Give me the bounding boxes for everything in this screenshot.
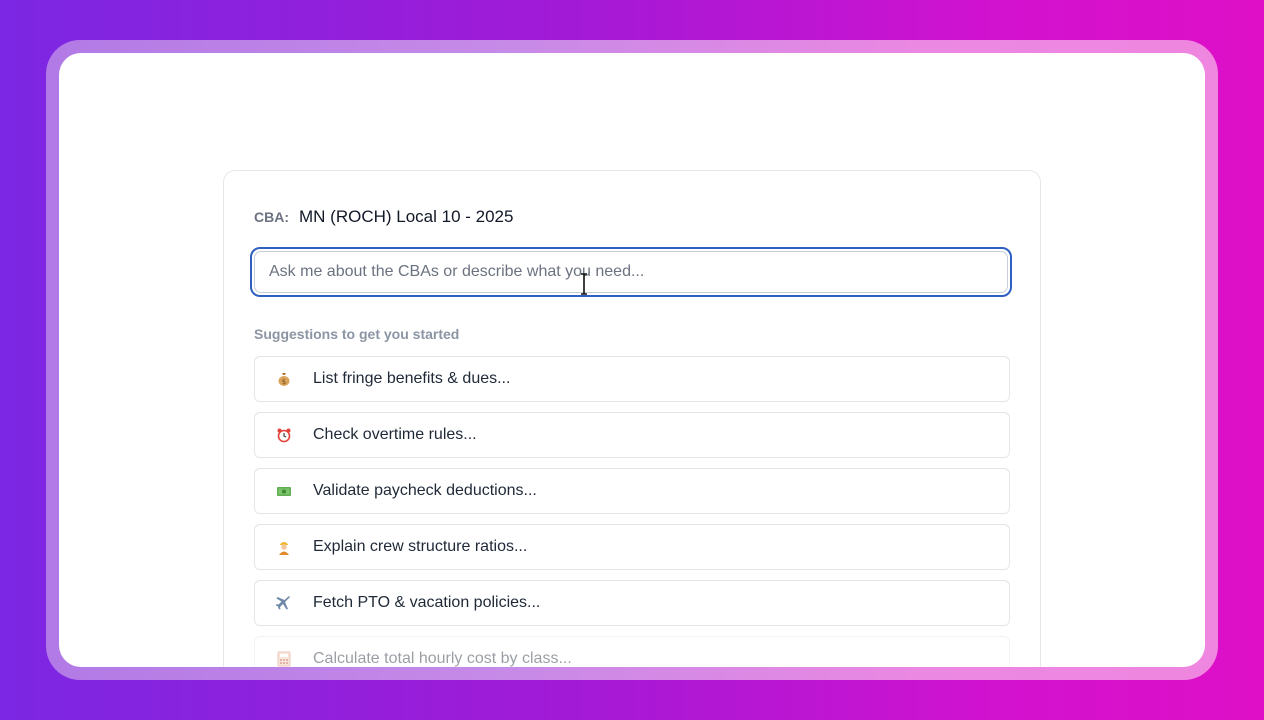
suggestion-fringe-benefits[interactable]: $ List fringe benefits & dues... bbox=[254, 356, 1010, 402]
suggestions-list: $ List fringe benefits & dues... Check o… bbox=[254, 356, 1010, 667]
suggestion-pto-policies[interactable]: Fetch PTO & vacation policies... bbox=[254, 580, 1010, 626]
text-cursor-icon bbox=[581, 273, 587, 295]
cba-label: CBA: bbox=[254, 209, 289, 225]
cba-selector[interactable]: CBA: MN (ROCH) Local 10 - 2025 bbox=[254, 207, 513, 227]
suggestions-title: Suggestions to get you started bbox=[254, 326, 460, 342]
alarm-clock-icon bbox=[255, 427, 313, 443]
svg-text:$: $ bbox=[282, 378, 286, 386]
suggestion-label: Validate paycheck deductions... bbox=[313, 482, 537, 499]
construction-worker-icon bbox=[255, 539, 313, 555]
suggestion-label: Calculate total hourly cost by class... bbox=[313, 650, 572, 667]
suggestion-label: Fetch PTO & vacation policies... bbox=[313, 594, 541, 611]
chat-input[interactable] bbox=[254, 251, 1008, 293]
suggestion-hourly-cost[interactable]: Calculate total hourly cost by class... bbox=[254, 636, 1010, 667]
suggestion-crew-structure[interactable]: Explain crew structure ratios... bbox=[254, 524, 1010, 570]
suggestion-label: List fringe benefits & dues... bbox=[313, 370, 511, 387]
suggestion-label: Explain crew structure ratios... bbox=[313, 538, 528, 555]
suggestion-paycheck-deductions[interactable]: Validate paycheck deductions... bbox=[254, 468, 1010, 514]
app-window: CBA: MN (ROCH) Local 10 - 2025 Suggestio… bbox=[59, 53, 1205, 667]
calculator-icon bbox=[255, 651, 313, 667]
chat-card: CBA: MN (ROCH) Local 10 - 2025 Suggestio… bbox=[223, 170, 1041, 667]
banknote-icon bbox=[255, 483, 313, 499]
cba-value[interactable]: MN (ROCH) Local 10 - 2025 bbox=[299, 207, 513, 227]
chat-input-container bbox=[250, 247, 1012, 297]
suggestion-overtime-rules[interactable]: Check overtime rules... bbox=[254, 412, 1010, 458]
money-bag-icon: $ bbox=[255, 371, 313, 387]
suggestion-label: Check overtime rules... bbox=[313, 426, 477, 443]
airplane-icon bbox=[255, 595, 313, 611]
